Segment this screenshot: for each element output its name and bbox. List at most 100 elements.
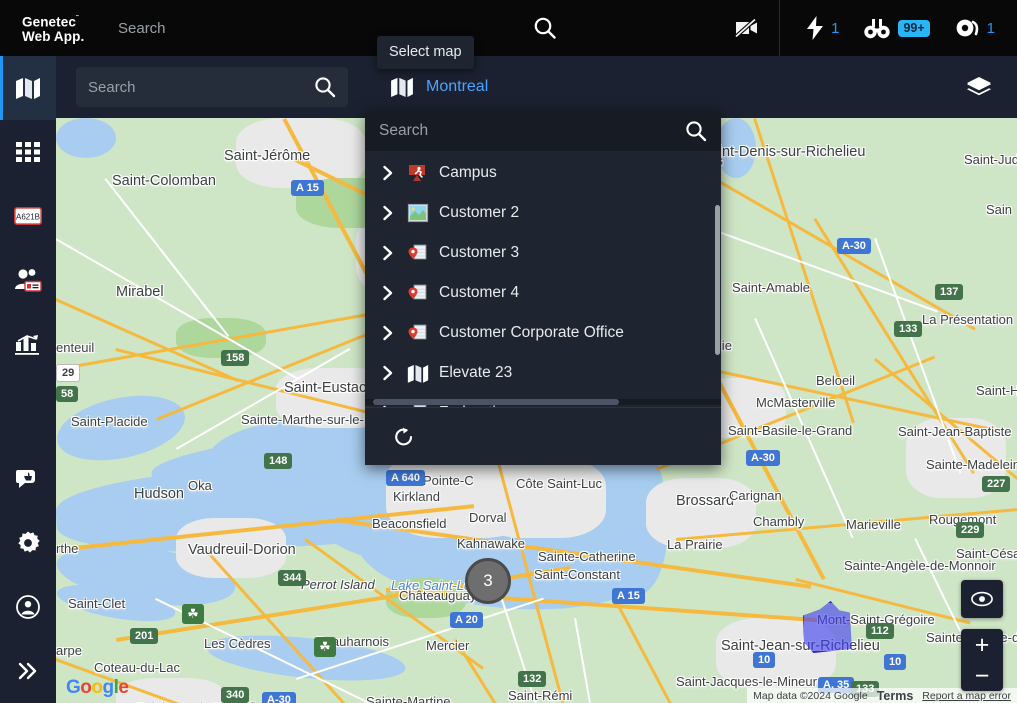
map-place-label: Saint-Denis-sur-Richelieu	[701, 144, 865, 160]
map-place-label: La Présentation	[922, 312, 1013, 327]
zoom-out-button[interactable]: −	[961, 660, 1003, 691]
map-place-label: Sainte-Madeleine	[926, 457, 1017, 472]
sidebar-item-feedback[interactable]	[0, 447, 56, 511]
search-placeholder: Search	[88, 79, 314, 96]
report-map-error-link[interactable]: Report a map error	[922, 690, 1011, 702]
map-place-label: Saint-H	[976, 383, 1017, 398]
map-list-item[interactable]: Campus	[365, 153, 721, 193]
map-list-item[interactable]: Customer Corporate Office	[365, 313, 721, 353]
layers-button[interactable]	[959, 67, 999, 107]
map-route-shield: 58	[56, 386, 78, 402]
map-list-item[interactable]: Customer 3	[365, 233, 721, 273]
map-place-label: Dorval	[469, 510, 507, 525]
map-place-label: Sainte-Catherine	[538, 549, 636, 564]
road	[574, 618, 611, 703]
map-cluster-marker[interactable]: 3	[465, 558, 511, 604]
chevron-double-right-icon	[17, 662, 39, 680]
map-place-label: Mercier	[426, 638, 469, 653]
map-place-label: Saint-Jérôme	[224, 148, 310, 164]
sidebar-item-account[interactable]	[0, 575, 56, 639]
sidebar-expand-button[interactable]	[0, 639, 56, 703]
chevron-right-icon[interactable]	[373, 245, 403, 261]
server-pin-icon	[403, 283, 433, 303]
map-place-label: Marieville	[846, 517, 901, 532]
map-place-label: La Prairie	[667, 537, 723, 552]
map-list-item[interactable]: Customer 4	[365, 273, 721, 313]
app-root: Saint-JérômeSainte-ASaint-ColombanBlainv…	[0, 0, 1017, 703]
map-place-label: Saint-Basile-le-Grand	[728, 423, 852, 438]
alarms-count: 1	[987, 20, 995, 37]
sidebar-item-tiles[interactable]	[0, 120, 56, 184]
map-route-shield: 158	[221, 350, 249, 366]
map-route-shield: 137	[935, 284, 963, 300]
horizontal-scrollbar-thumb[interactable]	[373, 399, 619, 405]
sidebar-item-settings[interactable]	[0, 511, 56, 575]
vertical-scrollbar-thumb[interactable]	[715, 205, 720, 355]
selected-map-name: Montreal	[426, 78, 488, 96]
selected-map-button[interactable]: Montreal	[376, 64, 502, 110]
search-icon[interactable]	[685, 120, 707, 142]
map-route-shield: A-30	[746, 450, 780, 466]
map-list-item[interactable]: Customer 2	[365, 193, 721, 233]
dropdown-search-input[interactable]: Search	[365, 111, 721, 151]
search-icon[interactable]	[314, 76, 336, 98]
video-off-button[interactable]	[721, 8, 771, 48]
chevron-right-icon[interactable]	[373, 365, 403, 381]
zoom-in-button[interactable]: +	[961, 629, 1003, 660]
eye-icon	[971, 591, 993, 607]
map-place-label: Sain	[986, 202, 1012, 217]
sidebar-item-maps[interactable]	[0, 56, 56, 120]
sidebar-item-cardholders[interactable]	[0, 248, 56, 312]
map-place-label: Saint-Jacques-le-Mineur	[676, 674, 817, 689]
tooltip-select-map: Select map	[377, 36, 474, 69]
refresh-icon	[393, 426, 415, 448]
select-map-search-button[interactable]	[528, 11, 562, 45]
chevron-right-icon[interactable]	[373, 285, 403, 301]
map-list[interactable]: CampusCustomer 2Customer 3Customer 4Cust…	[365, 151, 721, 407]
dropdown-search-placeholder: Search	[379, 122, 685, 140]
chevron-right-icon[interactable]	[373, 165, 403, 181]
map-place-label: Brossard	[676, 493, 734, 509]
incidents-button[interactable]: 1	[794, 8, 851, 48]
map-route-shield: A 15	[291, 180, 324, 196]
map-route-shield: A 15	[612, 588, 645, 604]
map-list-item[interactable]: Elevate 23	[365, 353, 721, 393]
map-route-shield: A 20	[450, 612, 483, 628]
zoom-controls[interactable]: + −	[961, 629, 1003, 691]
sidebar-item-reports[interactable]	[0, 312, 56, 376]
map-route-shield: A-30	[837, 238, 871, 254]
global-search-input[interactable]: Search	[118, 20, 368, 37]
left-nav-rail: A621B	[0, 56, 56, 703]
chevron-right-icon[interactable]	[373, 405, 403, 407]
alarm-bell-icon	[954, 17, 980, 39]
app-logo[interactable]: Genetec˜ Web App.	[0, 12, 110, 44]
toggle-visibility-button[interactable]	[961, 580, 1003, 618]
monitoring-button[interactable]: 99+	[851, 8, 941, 48]
top-bar: Genetec˜ Web App. Search	[0, 0, 1017, 56]
chevron-right-icon[interactable]	[373, 325, 403, 341]
map-route-shield: 132	[518, 671, 546, 687]
map-place-label: Kahnawake	[457, 536, 525, 551]
sidebar-item-license-plate[interactable]: A621B	[0, 184, 56, 248]
map-place-label: Beloeil	[816, 373, 855, 388]
alarms-button[interactable]: 1	[942, 8, 1017, 48]
map-place-label: Saint-Constant	[534, 567, 620, 582]
search-input[interactable]: Search	[76, 67, 348, 107]
monitoring-badge: 99+	[898, 20, 929, 37]
map-route-shield: 10	[884, 654, 906, 670]
map-route-shield: 112	[866, 623, 894, 639]
refresh-button[interactable]	[389, 422, 419, 452]
gear-icon	[16, 531, 40, 555]
chevron-right-icon[interactable]	[373, 205, 403, 221]
incidents-count: 1	[831, 20, 839, 37]
map-place-label: Beaconsfield	[372, 516, 446, 531]
map-place-label: Perrot Island	[301, 577, 375, 592]
terms-link[interactable]: Terms	[877, 689, 914, 703]
map-icon	[390, 77, 414, 97]
map-icon	[15, 77, 41, 99]
minus-icon: −	[975, 666, 990, 686]
svg-text:A621B: A621B	[16, 213, 40, 222]
map-place-label: Hudson	[134, 486, 184, 502]
server-pin-icon	[403, 323, 433, 343]
plus-icon: +	[975, 635, 990, 655]
